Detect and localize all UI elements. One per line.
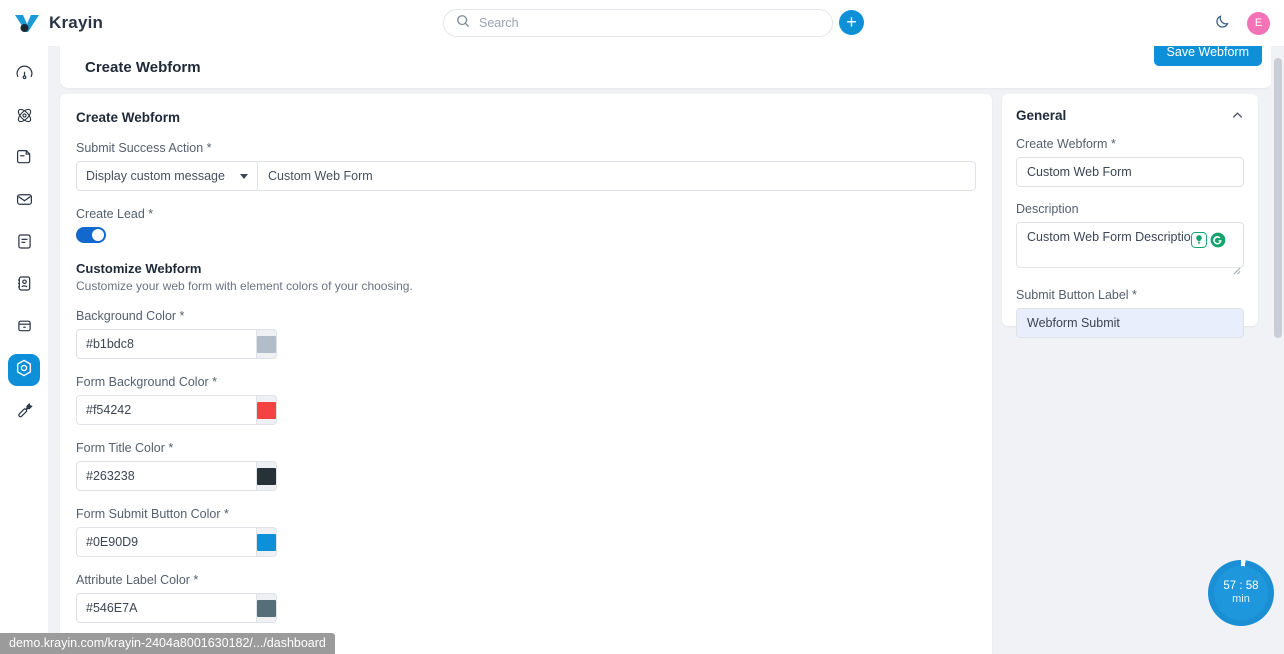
color-swatch [257,533,276,551]
timer-unit: min [1232,593,1250,606]
save-webform-button[interactable]: Save Webform [1153,46,1262,66]
form-submit-button-color-input[interactable] [76,527,256,557]
color-swatch [257,401,276,419]
lightbulb-icon[interactable] [1191,232,1207,253]
content-row: Create Webform Submit Success Action * D… [60,94,1278,654]
submit-success-action-label: Submit Success Action * [76,141,212,155]
description-wrapper [1016,222,1244,275]
form-background-color-swatch-button[interactable] [256,395,277,425]
brand-name: Krayin [49,13,104,32]
sidebar-item-contacts[interactable] [8,270,40,302]
address-book-icon [15,274,34,298]
customize-webform-subtitle: Customize your web form with element col… [76,279,413,293]
sidebar-item-configuration[interactable] [8,396,40,428]
background-color-swatch-button[interactable] [256,329,277,359]
toggle-knob [92,229,104,241]
submit-button-label-input[interactable] [1016,308,1244,338]
create-webform-name-label: Create Webform * [1016,137,1116,151]
plus-icon: + [846,11,857,32]
grammarly-icon[interactable] [1210,232,1226,253]
main-content: Create Webform Save Webform Create Webfo… [48,46,1284,654]
sidebar-item-leads[interactable] [8,102,40,134]
color-swatch [257,467,276,485]
chevron-up-icon[interactable] [1231,109,1244,122]
form-background-color-label: Form Background Color * [76,375,218,389]
assistant-icons [1191,232,1226,253]
envelope-icon [15,190,34,214]
general-panel: General Create Webform * Description [1002,94,1258,338]
color-swatch [257,599,276,617]
color-field-form-submit-button: Form Submit Button Color * [76,507,976,557]
form-title-color-swatch-button[interactable] [256,461,277,491]
submit-success-action-select[interactable]: Display custom message [76,161,258,191]
submit-success-action-row: Display custom message [76,161,976,191]
resize-handle[interactable] [1233,262,1241,275]
create-webform-card-title: Create Webform [76,110,181,125]
document-icon [15,148,34,172]
chevron-down-icon [240,173,248,179]
page-header: Create Webform [60,46,1272,88]
sidebar-item-activities[interactable] [8,228,40,260]
create-lead-toggle[interactable] [76,227,106,243]
submit-button-label-label: Submit Button Label * [1016,288,1137,302]
sidebar-item-dashboard[interactable] [8,60,40,92]
color-field-form-background: Form Background Color * [76,375,976,425]
status-bar-url: demo.krayin.com/krayin-2404a8001630182/.… [0,633,335,654]
form-submit-button-color-swatch-button[interactable] [256,527,277,557]
vertical-scrollbar-thumb[interactable] [1274,58,1282,338]
attribute-label-color-input[interactable] [76,593,256,623]
search-container [443,9,833,37]
box-icon [15,316,34,340]
form-title-color-input[interactable] [76,461,256,491]
create-lead-label: Create Lead * [76,207,154,221]
hexagon-gear-icon [14,358,34,383]
session-timer-widget[interactable]: 57 : 58 min [1208,560,1274,626]
background-color-label: Background Color * [76,309,185,323]
attribute-label-color-label: Attribute Label Color * [76,573,199,587]
sidebar-item-settings[interactable] [8,354,40,386]
clipboard-icon [15,232,34,256]
add-new-button[interactable]: + [839,10,864,35]
create-webform-name-input[interactable] [1016,157,1244,187]
timer-inner: 57 : 58 min [1214,566,1268,620]
description-label: Description [1016,202,1079,216]
attribute-label-color-swatch-button[interactable] [256,593,277,623]
wrench-icon [15,400,34,424]
search-box[interactable] [443,9,833,37]
sidebar-item-mail[interactable] [8,186,40,218]
brand-logo[interactable]: Krayin [14,13,204,33]
moon-icon [1214,13,1231,33]
color-field-background: Background Color * [76,309,976,359]
color-swatch [257,335,276,353]
page-title: Create Webform [85,58,201,76]
create-webform-card: Create Webform Submit Success Action * D… [60,94,992,654]
topbar-actions: E [1214,0,1270,46]
search-icon [456,14,470,33]
sidebar [0,46,48,654]
submit-success-action-value: Display custom message [86,169,225,183]
sidebar-item-products[interactable] [8,312,40,344]
timer-time: 57 : 58 [1223,580,1259,593]
form-title-color-label: Form Title Color * [76,441,174,455]
search-input[interactable] [479,16,820,30]
top-bar: Krayin + E [0,0,1284,46]
form-background-color-input[interactable] [76,395,256,425]
form-submit-button-color-label: Form Submit Button Color * [76,507,229,521]
gauge-icon [15,64,34,88]
color-field-attribute-label: Attribute Label Color * [76,573,976,623]
color-field-form-title: Form Title Color * [76,441,976,491]
avatar[interactable]: E [1247,11,1270,35]
general-panel-header[interactable]: General [1016,108,1244,123]
custom-message-input[interactable] [258,161,976,191]
atom-icon [15,106,34,130]
sidebar-item-quotes[interactable] [8,144,40,176]
customize-webform-title: Customize Webform [76,261,202,276]
krayin-logo-icon [14,13,40,33]
background-color-input[interactable] [76,329,256,359]
dark-mode-toggle[interactable] [1214,13,1231,33]
general-panel-title: General [1016,108,1067,123]
